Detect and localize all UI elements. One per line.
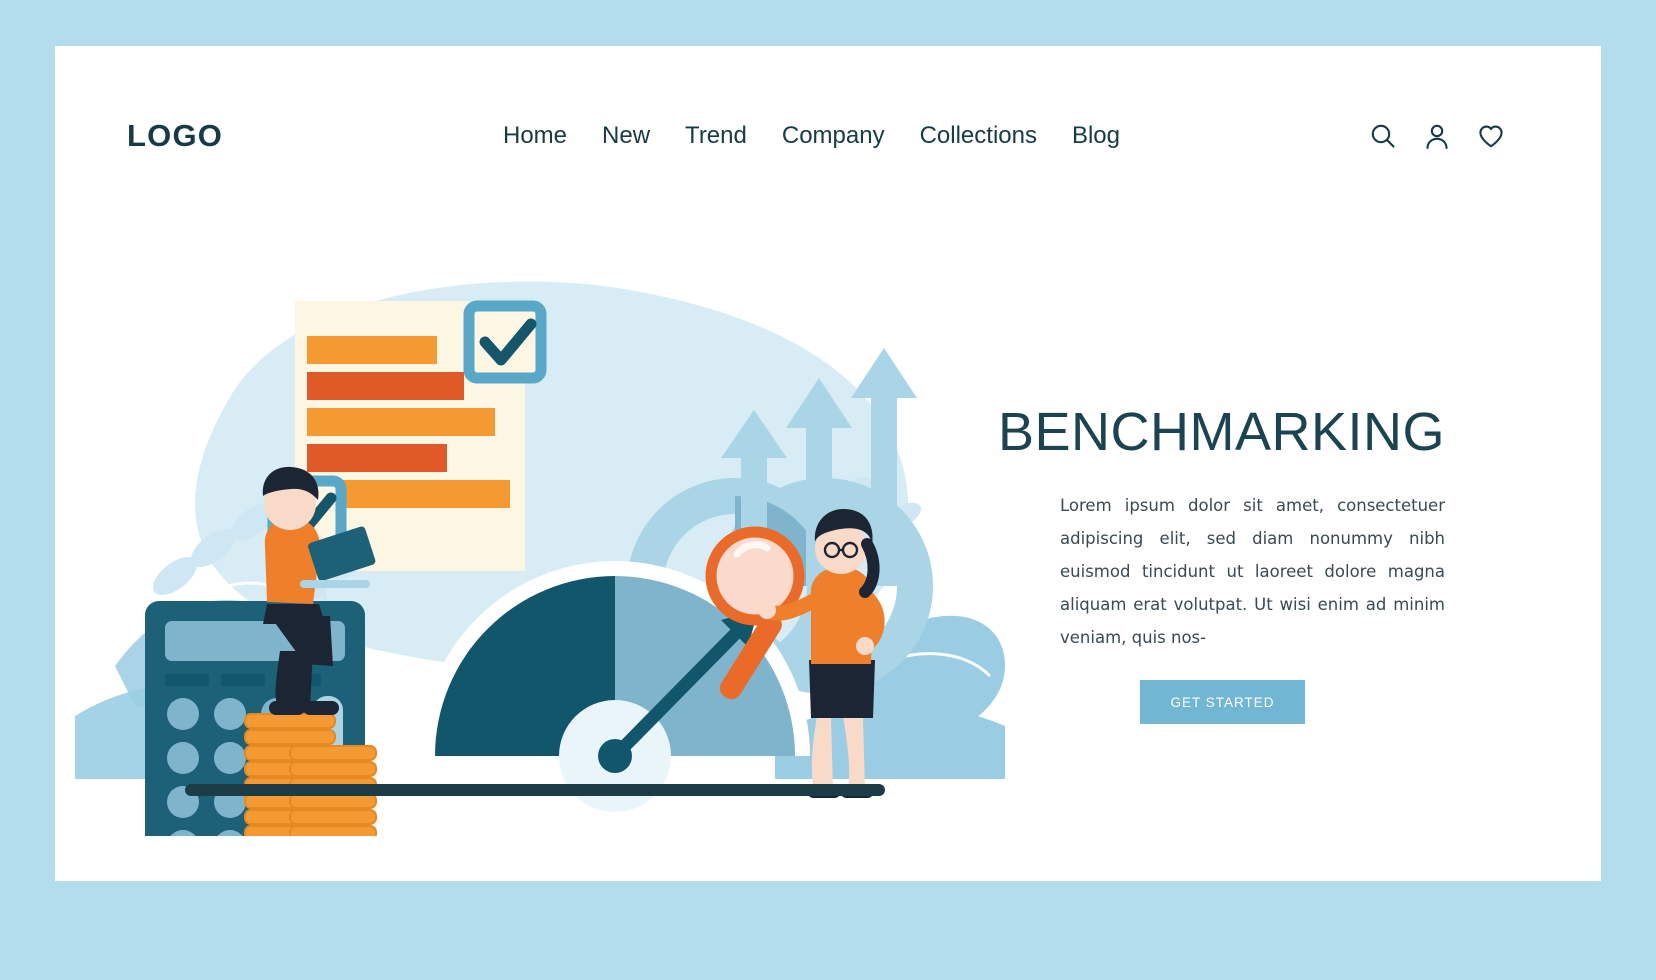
nav-item-new[interactable]: New [602,122,650,150]
man-legs [275,651,313,708]
checkbox-top [463,300,547,384]
nav-item-trend[interactable]: Trend [685,122,747,150]
nav-item-home[interactable]: Home [503,122,567,150]
heart-icon[interactable] [1477,122,1505,150]
main-navigation: Home New Trend Company Collections Blog [503,122,1120,150]
nav-item-collections[interactable]: Collections [920,122,1037,150]
bar-1 [307,336,437,364]
get-started-button[interactable]: GET STARTED [1140,680,1305,724]
hero-paragraph: Lorem ipsum dolor sit amet, consectetuer… [1060,496,1445,647]
woman-skirt [809,660,875,718]
page-title: BENCHMARKING [997,402,1445,462]
nav-item-blog[interactable]: Blog [1072,122,1120,150]
gauge-hub-inner [598,739,632,773]
bar-4 [307,444,447,472]
ground-line [185,784,885,796]
hero-text-block: BENCHMARKING Lorem ipsum dolor sit amet,… [985,401,1445,724]
hero-illustration [75,196,1005,836]
bar-3 [307,408,495,436]
man-shoe-1 [269,701,305,715]
nav-item-company[interactable]: Company [782,122,885,150]
bar-2 [307,372,464,400]
search-icon[interactable] [1369,122,1397,150]
man-shoe-2 [303,701,339,715]
logo[interactable]: LOGO [127,118,223,154]
user-icon[interactable] [1423,122,1451,150]
man-shirt [264,517,320,604]
header-icon-group [1369,122,1505,150]
landing-page-card: LOGO Home New Trend Company Collections … [55,46,1601,881]
